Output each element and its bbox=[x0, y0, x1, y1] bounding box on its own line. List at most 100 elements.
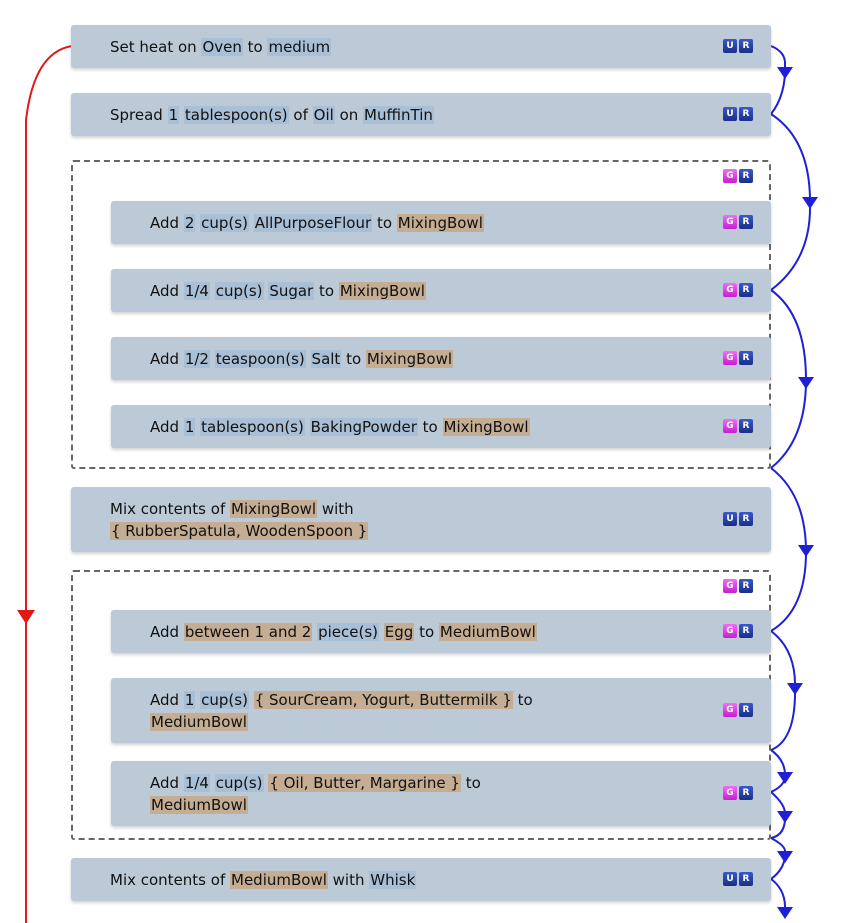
remove-button[interactable]: R bbox=[739, 283, 753, 297]
step-text: to bbox=[372, 213, 397, 232]
arrow-head bbox=[777, 772, 793, 784]
ingredient-set-token[interactable]: { SourCream, Yogurt, Buttermilk } bbox=[253, 690, 513, 709]
ingredient-token[interactable]: Salt bbox=[310, 349, 342, 368]
remove-button[interactable]: R bbox=[739, 512, 753, 526]
step-text: to bbox=[460, 773, 481, 792]
arrow-head bbox=[798, 377, 814, 389]
arrow-head bbox=[777, 67, 793, 79]
unit-token[interactable]: cup(s) bbox=[200, 690, 249, 709]
quantity-token[interactable]: 1/2 bbox=[183, 349, 210, 368]
ingredient-token[interactable]: Egg bbox=[383, 622, 415, 641]
step-text: Mix contents of bbox=[110, 870, 230, 889]
container-token[interactable]: MuffinTin bbox=[363, 105, 434, 124]
step-text: with bbox=[317, 499, 354, 518]
quantity-token[interactable]: 1 bbox=[183, 417, 196, 436]
recipe-step[interactable]: Add 1/2 teaspoon(s) Salt to MixingBowl G… bbox=[111, 337, 771, 380]
step-text: Spread bbox=[110, 105, 168, 124]
recipe-step[interactable]: Mix contents of MixingBowl with { Rubber… bbox=[71, 487, 771, 552]
unit-token[interactable]: cup(s) bbox=[200, 213, 249, 232]
container-token[interactable]: MediumBowl bbox=[230, 870, 328, 889]
remove-button[interactable]: R bbox=[739, 215, 753, 229]
red-arrow-head bbox=[17, 610, 35, 624]
arrow-head bbox=[777, 907, 793, 919]
remove-button[interactable]: R bbox=[739, 351, 753, 365]
quantity-token[interactable]: 1/4 bbox=[183, 773, 210, 792]
remove-button[interactable]: R bbox=[739, 872, 753, 886]
step-text: to bbox=[314, 281, 339, 300]
appliance-token[interactable]: Oven bbox=[201, 37, 243, 56]
recipe-step[interactable]: Add 1 tablespoon(s) BakingPowder to Mixi… bbox=[111, 405, 771, 448]
step-text: with bbox=[327, 870, 370, 889]
red-loop-arrow bbox=[25, 45, 73, 923]
ungroup-button[interactable]: U bbox=[723, 107, 737, 121]
group-button[interactable]: G bbox=[723, 283, 737, 297]
group-button[interactable]: G bbox=[723, 169, 737, 183]
step-text: on bbox=[334, 105, 364, 124]
container-token[interactable]: MixingBowl bbox=[396, 213, 484, 232]
container-token[interactable]: MediumBowl bbox=[150, 712, 248, 731]
remove-button[interactable]: R bbox=[739, 419, 753, 433]
recipe-step[interactable]: Add 1 cup(s) { SourCream, Yogurt, Butter… bbox=[111, 678, 771, 743]
ungroup-button[interactable]: U bbox=[723, 512, 737, 526]
container-token[interactable]: MediumBowl bbox=[150, 795, 248, 814]
step-text: Add bbox=[150, 690, 184, 709]
arrow-head bbox=[802, 197, 818, 209]
container-token[interactable]: MixingBowl bbox=[230, 499, 318, 518]
remove-button[interactable]: R bbox=[739, 107, 753, 121]
container-token[interactable]: MixingBowl bbox=[442, 417, 530, 436]
recipe-step[interactable]: Mix contents of MediumBowl with Whisk U … bbox=[71, 858, 771, 901]
quantity-token[interactable]: 2 bbox=[183, 213, 196, 232]
group-button[interactable]: G bbox=[723, 786, 737, 800]
remove-button[interactable]: R bbox=[739, 39, 753, 53]
group-button[interactable]: G bbox=[723, 351, 737, 365]
unit-token[interactable]: tablespoon(s) bbox=[183, 105, 289, 124]
remove-button[interactable]: R bbox=[739, 624, 753, 638]
recipe-step[interactable]: Add 1/4 cup(s) { Oil, Butter, Margarine … bbox=[111, 761, 771, 826]
unit-token[interactable]: cup(s) bbox=[214, 281, 264, 300]
ingredient-token[interactable]: Oil bbox=[312, 105, 335, 124]
group-button[interactable]: G bbox=[723, 703, 737, 717]
container-token[interactable]: MixingBowl bbox=[338, 281, 426, 300]
group-button[interactable]: G bbox=[723, 624, 737, 638]
arrow-head bbox=[798, 545, 814, 557]
group-button[interactable]: G bbox=[723, 579, 737, 593]
recipe-step[interactable]: Spread 1 tablespoon(s) of Oil on MuffinT… bbox=[71, 93, 771, 136]
step-text: Add bbox=[150, 622, 184, 641]
step-text: to bbox=[512, 690, 533, 709]
quantity-token[interactable]: 1 bbox=[167, 105, 180, 124]
step-text: Add bbox=[150, 281, 184, 300]
ungroup-button[interactable]: U bbox=[723, 872, 737, 886]
unit-token[interactable]: piece(s) bbox=[317, 622, 379, 641]
step-text: to bbox=[414, 622, 439, 641]
remove-button[interactable]: R bbox=[739, 169, 753, 183]
recipe-step[interactable]: Add 2 cup(s) AllPurposeFlour to MixingBo… bbox=[111, 201, 771, 244]
ungroup-button[interactable]: U bbox=[723, 39, 737, 53]
quantity-token[interactable]: 1 bbox=[183, 690, 196, 709]
ingredient-token[interactable]: AllPurposeFlour bbox=[253, 213, 373, 232]
arrow-head bbox=[787, 683, 803, 695]
group-button[interactable]: G bbox=[723, 215, 737, 229]
unit-token[interactable]: tablespoon(s) bbox=[200, 417, 305, 436]
recipe-step[interactable]: Add 1/4 cup(s) Sugar to MixingBowl G R bbox=[111, 269, 771, 312]
ingredient-set-token[interactable]: { Oil, Butter, Margarine } bbox=[268, 773, 461, 792]
step-text: Add bbox=[150, 349, 184, 368]
quantity-token[interactable]: 1/4 bbox=[183, 281, 210, 300]
container-token[interactable]: MediumBowl bbox=[438, 622, 537, 641]
unit-token[interactable]: cup(s) bbox=[214, 773, 264, 792]
remove-button[interactable]: R bbox=[739, 579, 753, 593]
setting-token[interactable]: medium bbox=[267, 37, 332, 56]
container-token[interactable]: MixingBowl bbox=[365, 349, 454, 368]
unit-token[interactable]: teaspoon(s) bbox=[214, 349, 306, 368]
recipe-step[interactable]: Set heat on Oven to medium U R bbox=[71, 25, 771, 68]
step-text: to bbox=[242, 37, 268, 56]
group-button[interactable]: G bbox=[723, 419, 737, 433]
quantity-token[interactable]: between 1 and 2 bbox=[183, 622, 313, 641]
remove-button[interactable]: R bbox=[739, 703, 753, 717]
arrow-head bbox=[777, 811, 793, 823]
ingredient-token[interactable]: Sugar bbox=[268, 281, 315, 300]
recipe-step[interactable]: Add between 1 and 2 piece(s) Egg to Medi… bbox=[111, 610, 771, 653]
tool-set-token[interactable]: { RubberSpatula, WoodenSpoon } bbox=[110, 521, 369, 540]
remove-button[interactable]: R bbox=[739, 786, 753, 800]
ingredient-token[interactable]: BakingPowder bbox=[309, 417, 418, 436]
tool-token[interactable]: Whisk bbox=[369, 870, 417, 889]
